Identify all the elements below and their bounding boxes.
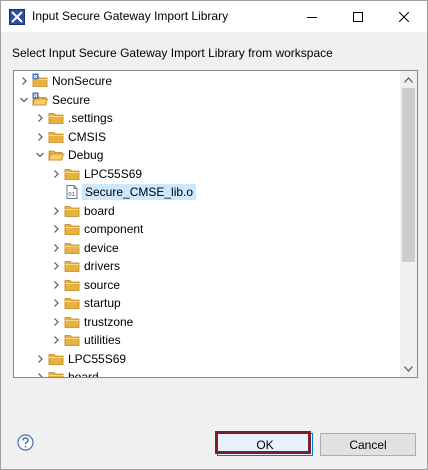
expand-twistie-icon[interactable] — [51, 242, 61, 254]
tree-item-label: drivers — [84, 259, 121, 273]
tree-item-label: LPC55S69 — [68, 351, 127, 366]
help-icon[interactable] — [17, 434, 34, 451]
expand-twistie-icon[interactable] — [51, 316, 61, 328]
folder-icon — [64, 332, 80, 348]
expand-twistie-icon[interactable] — [51, 223, 61, 235]
tree-viewport: NonSecure Secure .settings CMSIS Debug LPC55S… — [14, 71, 400, 377]
tree-folder-item[interactable]: trustzone — [14, 313, 400, 331]
cancel-button[interactable]: Cancel — [320, 433, 416, 456]
tree-item-label: startup — [84, 296, 121, 310]
tree-folder-item[interactable]: LPC55S69 — [14, 165, 400, 183]
scroll-down-button[interactable] — [400, 360, 417, 377]
folder-icon — [48, 351, 64, 367]
tree-folder-item[interactable]: component — [14, 220, 400, 238]
tree-item-label: trustzone — [84, 314, 134, 329]
expand-twistie-icon[interactable] — [35, 112, 45, 124]
folder-icon — [48, 369, 64, 377]
tree-item-label: CMSIS — [68, 129, 107, 144]
tree-folder-item[interactable]: drivers — [14, 257, 400, 275]
tree-folder-item[interactable]: Debug — [14, 146, 400, 164]
svg-text:01: 01 — [68, 192, 75, 198]
expand-twistie-icon[interactable] — [19, 75, 29, 87]
tree-folder-item[interactable]: board — [14, 202, 400, 220]
folder-icon — [64, 221, 80, 237]
folder-icon — [64, 314, 80, 330]
minimize-icon — [307, 16, 317, 18]
vertical-scrollbar[interactable] — [400, 71, 417, 377]
maximize-button[interactable] — [335, 1, 381, 32]
folder-icon — [48, 147, 65, 163]
tree-item-label: Secure_CMSE_lib.o — [82, 184, 197, 200]
tree-folder-item[interactable]: CMSIS — [14, 128, 400, 146]
tree-item-label: Debug — [68, 148, 104, 162]
expand-twistie-icon — [51, 186, 61, 198]
tree-folder-item[interactable]: device — [14, 239, 400, 257]
expand-twistie-icon[interactable] — [51, 260, 61, 272]
close-button[interactable] — [381, 1, 427, 32]
tree-folder-item[interactable]: .settings — [14, 109, 400, 127]
tree-item-label: device — [84, 240, 119, 255]
collapse-twistie-icon[interactable] — [19, 94, 29, 106]
collapse-twistie-icon[interactable] — [35, 149, 45, 161]
folder-icon — [64, 166, 80, 182]
scroll-up-button[interactable] — [400, 71, 417, 88]
tree-item-label: LPC55S69 — [84, 166, 143, 181]
tree-item-label: component — [84, 222, 144, 236]
tree-item-label: board — [84, 203, 115, 218]
expand-twistie-icon[interactable] — [51, 205, 61, 217]
ok-button-highlight — [215, 431, 311, 454]
tree-file-item[interactable]: 01 Secure_CMSE_lib.o — [14, 183, 400, 201]
tree-folder-item[interactable]: LPC55S69 — [14, 350, 400, 368]
chevron-down-icon — [404, 365, 413, 372]
tree-item-label: NonSecure — [52, 74, 113, 88]
folder-icon — [64, 295, 80, 311]
expand-twistie-icon[interactable] — [51, 297, 61, 309]
title-bar: Input Secure Gateway Import Library — [1, 1, 427, 32]
tree-folder-item[interactable]: NonSecure — [14, 72, 400, 90]
tree-item-label: source — [84, 277, 121, 292]
tree-folder-item[interactable]: Secure — [14, 91, 400, 109]
window-title: Input Secure Gateway Import Library — [32, 9, 229, 23]
tree-folder-item[interactable]: startup — [14, 294, 400, 312]
scroll-thumb[interactable] — [402, 88, 415, 262]
expand-twistie-icon[interactable] — [51, 168, 61, 180]
tree-item-label: Secure — [52, 92, 91, 107]
tree-folder-item[interactable]: utilities — [14, 331, 400, 349]
folder-icon — [64, 240, 80, 256]
folder-icon — [64, 258, 80, 274]
tree-item-label: utilities — [84, 333, 121, 347]
expand-twistie-icon[interactable] — [35, 353, 45, 365]
project-folder-icon — [32, 92, 49, 108]
expand-twistie-icon[interactable] — [35, 371, 45, 377]
tree-folder-item[interactable]: source — [14, 276, 400, 294]
expand-twistie-icon[interactable] — [51, 279, 61, 291]
expand-twistie-icon[interactable] — [51, 334, 61, 346]
folder-icon — [64, 277, 80, 293]
tree-item-label: .settings — [68, 111, 113, 125]
close-icon — [399, 11, 409, 22]
maximize-icon — [353, 11, 363, 22]
minimize-button[interactable] — [289, 1, 335, 32]
dialog-prompt: Select Input Secure Gateway Import Libra… — [12, 46, 333, 60]
expand-twistie-icon[interactable] — [35, 131, 45, 143]
project-folder-icon — [32, 73, 48, 89]
folder-icon — [48, 110, 64, 126]
object-file-icon: 01 — [64, 184, 80, 200]
chevron-up-icon — [404, 76, 413, 83]
workspace-tree[interactable]: NonSecure Secure .settings CMSIS Debug LPC55S… — [13, 70, 418, 378]
tree-item-label: board — [68, 370, 99, 377]
folder-icon — [48, 129, 64, 145]
dialog-window: Input Secure Gateway Import Library Sele… — [0, 0, 428, 470]
tree-folder-item[interactable]: board — [14, 368, 400, 377]
folder-icon — [64, 203, 80, 219]
secure-gateway-icon — [9, 9, 25, 25]
